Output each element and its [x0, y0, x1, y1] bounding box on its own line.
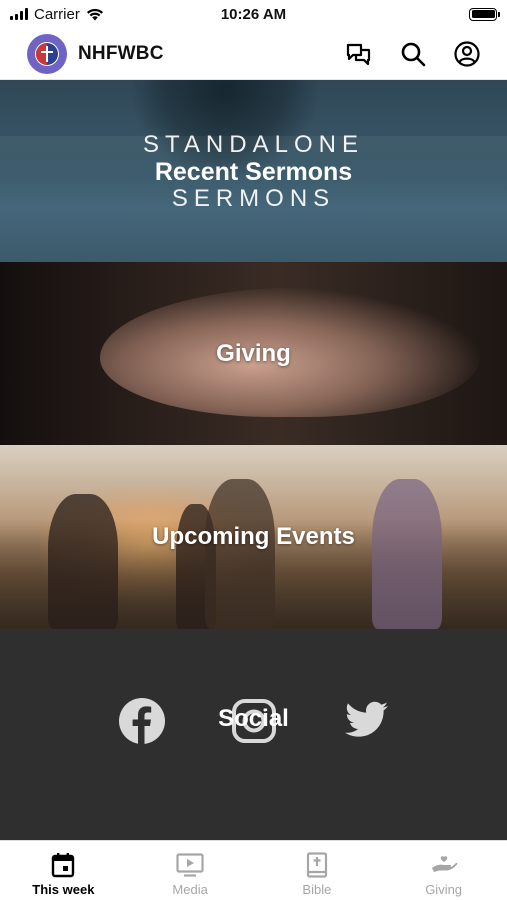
sermons-text-stack: STANDALONE Recent Sermons SERMONS: [143, 131, 364, 213]
tab-giving[interactable]: Giving: [380, 841, 507, 900]
carrier-label: Carrier: [34, 5, 80, 23]
social-title: Social: [218, 705, 289, 732]
header-actions: [345, 40, 481, 68]
status-left: Carrier: [10, 6, 104, 23]
battery-icon: [469, 7, 500, 21]
sermons-line-top: STANDALONE: [143, 131, 364, 158]
upcoming-events-title: Upcoming Events: [152, 523, 355, 550]
account-button[interactable]: [453, 40, 481, 68]
play-icon: [176, 851, 204, 879]
bible-icon: [303, 851, 331, 879]
bottom-tab-bar: This week Media Bible Giving: [0, 840, 507, 900]
recent-sermons-title: Recent Sermons: [154, 158, 353, 186]
tab-this-week[interactable]: This week: [0, 841, 127, 900]
tab-media[interactable]: Media: [127, 841, 254, 900]
app-title: NHFWBC: [78, 42, 164, 64]
tab-label: Bible: [302, 882, 332, 897]
logo-emblem-icon: [35, 41, 59, 66]
person-silhouette: [205, 479, 275, 629]
church-logo[interactable]: [27, 33, 67, 74]
giving-tile[interactable]: Giving: [0, 262, 507, 445]
account-icon: [454, 40, 480, 67]
upcoming-events-tile[interactable]: Upcoming Events: [0, 445, 507, 629]
tab-label: Media: [172, 882, 208, 897]
sermons-line-bottom: SERMONS: [171, 185, 336, 212]
giving-title: Giving: [216, 339, 291, 367]
status-bar: Carrier 10:26 AM: [0, 0, 507, 28]
tab-bible[interactable]: Bible: [254, 841, 381, 900]
signal-strength-icon: [10, 8, 28, 20]
app-header: NHFWBC: [0, 28, 507, 80]
search-icon: [401, 42, 426, 66]
calendar-icon: [49, 851, 77, 879]
social-tile[interactable]: Social: [0, 629, 507, 840]
tab-label: This week: [32, 882, 95, 897]
giving-hand-icon: [430, 851, 458, 879]
person-silhouette: [372, 479, 442, 629]
wifi-icon: [86, 8, 103, 20]
chat-button[interactable]: [345, 40, 373, 68]
tab-label: Giving: [425, 882, 463, 897]
search-button[interactable]: [399, 40, 427, 68]
person-silhouette: [48, 494, 118, 629]
recent-sermons-tile[interactable]: STANDALONE Recent Sermons SERMONS: [0, 80, 507, 262]
chat-icon: [346, 43, 371, 65]
